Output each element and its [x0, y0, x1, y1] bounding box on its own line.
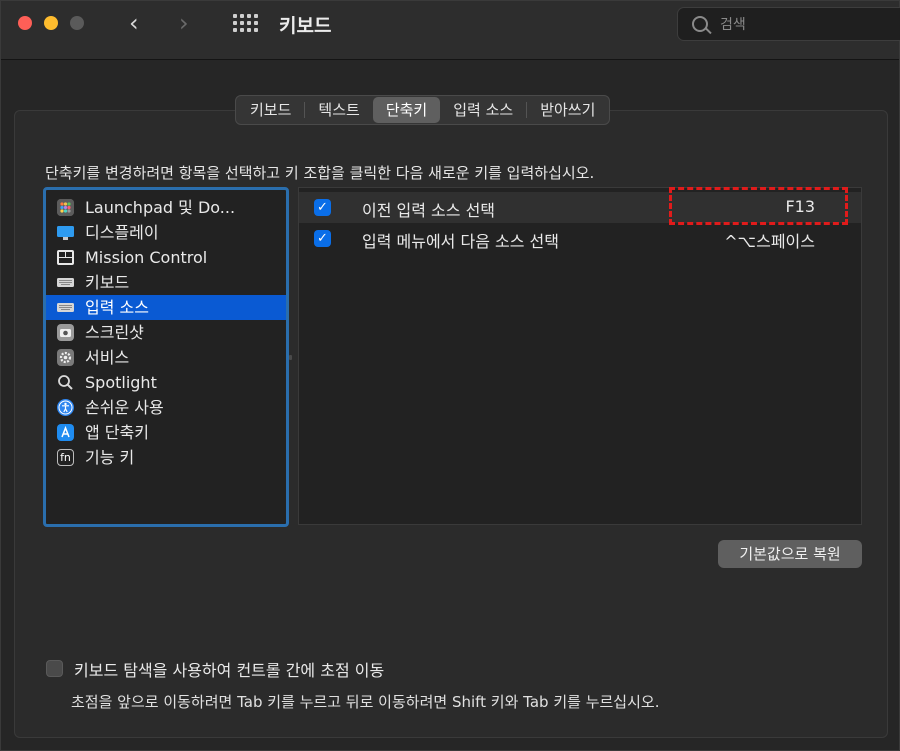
list-item-services[interactable]: 서비스 [46, 345, 286, 370]
search-icon [692, 16, 708, 32]
restore-defaults-button[interactable]: 기본값으로 복원 [718, 540, 862, 568]
close-window-button[interactable] [18, 16, 32, 30]
title-bar: ‹ › 키보드 [1, 1, 900, 60]
list-item-accessibility[interactable]: 손쉬운 사용 [46, 395, 286, 420]
list-item-label: 기능 키 [85, 448, 135, 467]
split-view-divider[interactable] [289, 355, 292, 360]
list-item-label: 서비스 [85, 348, 130, 367]
list-item-mission-control[interactable]: Mission Control [46, 245, 286, 270]
zoom-window-button[interactable] [70, 16, 84, 30]
list-item-label: 키보드 [85, 273, 130, 292]
services-gear-icon [57, 349, 74, 366]
accessibility-icon [57, 399, 74, 416]
display-icon [57, 224, 74, 241]
list-item-label: 입력 소스 [85, 298, 149, 317]
shortcut-category-list[interactable]: Launchpad 및 Do... 디스플레이 Mission Control … [43, 187, 289, 527]
keyboard-navigation-checkbox[interactable] [46, 660, 63, 677]
list-item-keyboard[interactable]: 키보드 [46, 270, 286, 295]
tab-text[interactable]: 텍스트 [305, 97, 372, 123]
search-input[interactable] [718, 13, 892, 37]
instructions-text: 단축키를 변경하려면 항목을 선택하고 키 조합을 클릭한 다음 새로운 키를 … [45, 164, 595, 182]
list-item-label: 앱 단축키 [85, 423, 149, 442]
window-title: 키보드 [279, 15, 332, 37]
list-item-label: 손쉬운 사용 [85, 398, 164, 417]
tab-keyboard[interactable]: 키보드 [237, 97, 304, 123]
list-item-label: Launchpad 및 Do... [85, 198, 236, 217]
search-field[interactable] [677, 7, 900, 41]
shortcut-enabled-checkbox[interactable]: ✓ [314, 199, 331, 216]
input-source-icon [57, 299, 74, 316]
tab-shortcuts[interactable]: 단축키 [372, 97, 441, 123]
list-item-display[interactable]: 디스플레이 [46, 220, 286, 245]
keyboard-navigation-label: 키보드 탐색을 사용하여 컨트롤 간에 초점 이동 [74, 661, 385, 680]
list-item-spotlight[interactable]: Spotlight [46, 370, 286, 395]
screenshot-icon [57, 324, 74, 341]
shortcut-label: 이전 입력 소스 선택 [362, 201, 496, 220]
minimize-window-button[interactable] [44, 16, 58, 30]
list-item-function-keys[interactable]: fn 기능 키 [46, 445, 286, 470]
keyboard-icon [57, 274, 74, 291]
list-item-label: Spotlight [85, 373, 157, 392]
shortcut-label: 입력 메뉴에서 다음 소스 선택 [362, 232, 559, 251]
table-row[interactable]: ✓ 입력 메뉴에서 다음 소스 선택 ^⌥스페이스 [299, 223, 861, 254]
back-arrow-icon[interactable]: ‹ [129, 9, 139, 37]
launchpad-icon [57, 199, 74, 216]
shortcut-table: ✓ 이전 입력 소스 선택 F13 ✓ 입력 메뉴에서 다음 소스 선택 ^⌥스… [298, 187, 862, 525]
list-item-launchpad-dock[interactable]: Launchpad 및 Do... [46, 195, 286, 220]
forward-arrow-icon[interactable]: › [179, 9, 189, 37]
fn-key-icon: fn [57, 449, 74, 466]
keyboard-navigation-description: 초점을 앞으로 이동하려면 Tab 키를 누르고 뒤로 이동하려면 Shift … [71, 693, 660, 711]
show-all-grid-icon[interactable] [233, 14, 259, 34]
tab-dictation[interactable]: 받아쓰기 [527, 97, 608, 123]
list-item-input-sources[interactable]: 입력 소스 [46, 295, 286, 320]
spotlight-search-icon [57, 374, 74, 391]
list-item-screenshot[interactable]: 스크린샷 [46, 320, 286, 345]
shortcut-key-field[interactable]: ^⌥스페이스 [724, 228, 815, 252]
list-item-label: 스크린샷 [85, 323, 144, 342]
tab-bar: 키보드 텍스트 단축키 입력 소스 받아쓰기 [235, 95, 611, 125]
mission-control-icon [57, 249, 74, 266]
highlight-annotation [669, 187, 848, 225]
app-shortcuts-icon [57, 424, 74, 441]
tab-input-sources[interactable]: 입력 소스 [440, 97, 526, 123]
shortcut-enabled-checkbox[interactable]: ✓ [314, 230, 331, 247]
list-item-app-shortcuts[interactable]: 앱 단축키 [46, 420, 286, 445]
list-item-label: 디스플레이 [85, 223, 159, 242]
list-item-label: Mission Control [85, 248, 208, 267]
